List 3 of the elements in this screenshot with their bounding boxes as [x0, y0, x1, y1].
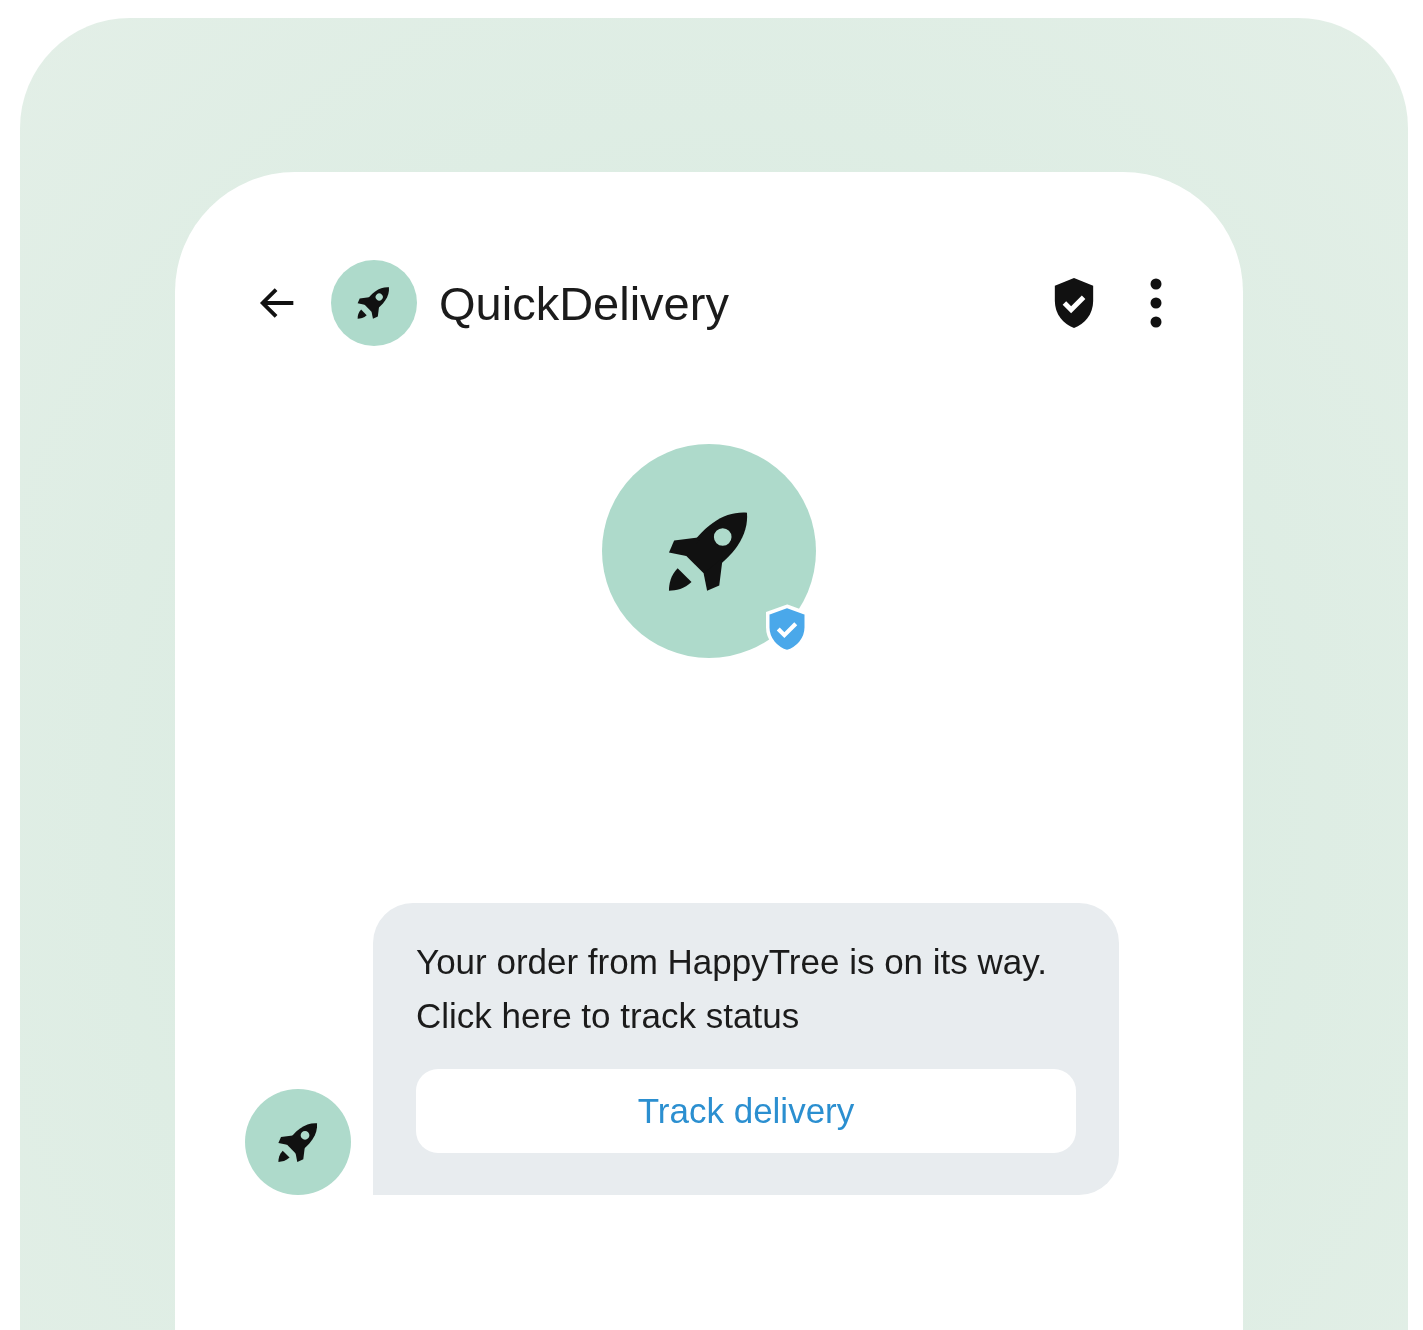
message-text: Your order from HappyTree is on its way. Click here to track status: [416, 941, 1048, 1037]
more-options-icon[interactable]: [1149, 278, 1163, 328]
track-delivery-button[interactable]: Track delivery: [416, 1069, 1076, 1153]
